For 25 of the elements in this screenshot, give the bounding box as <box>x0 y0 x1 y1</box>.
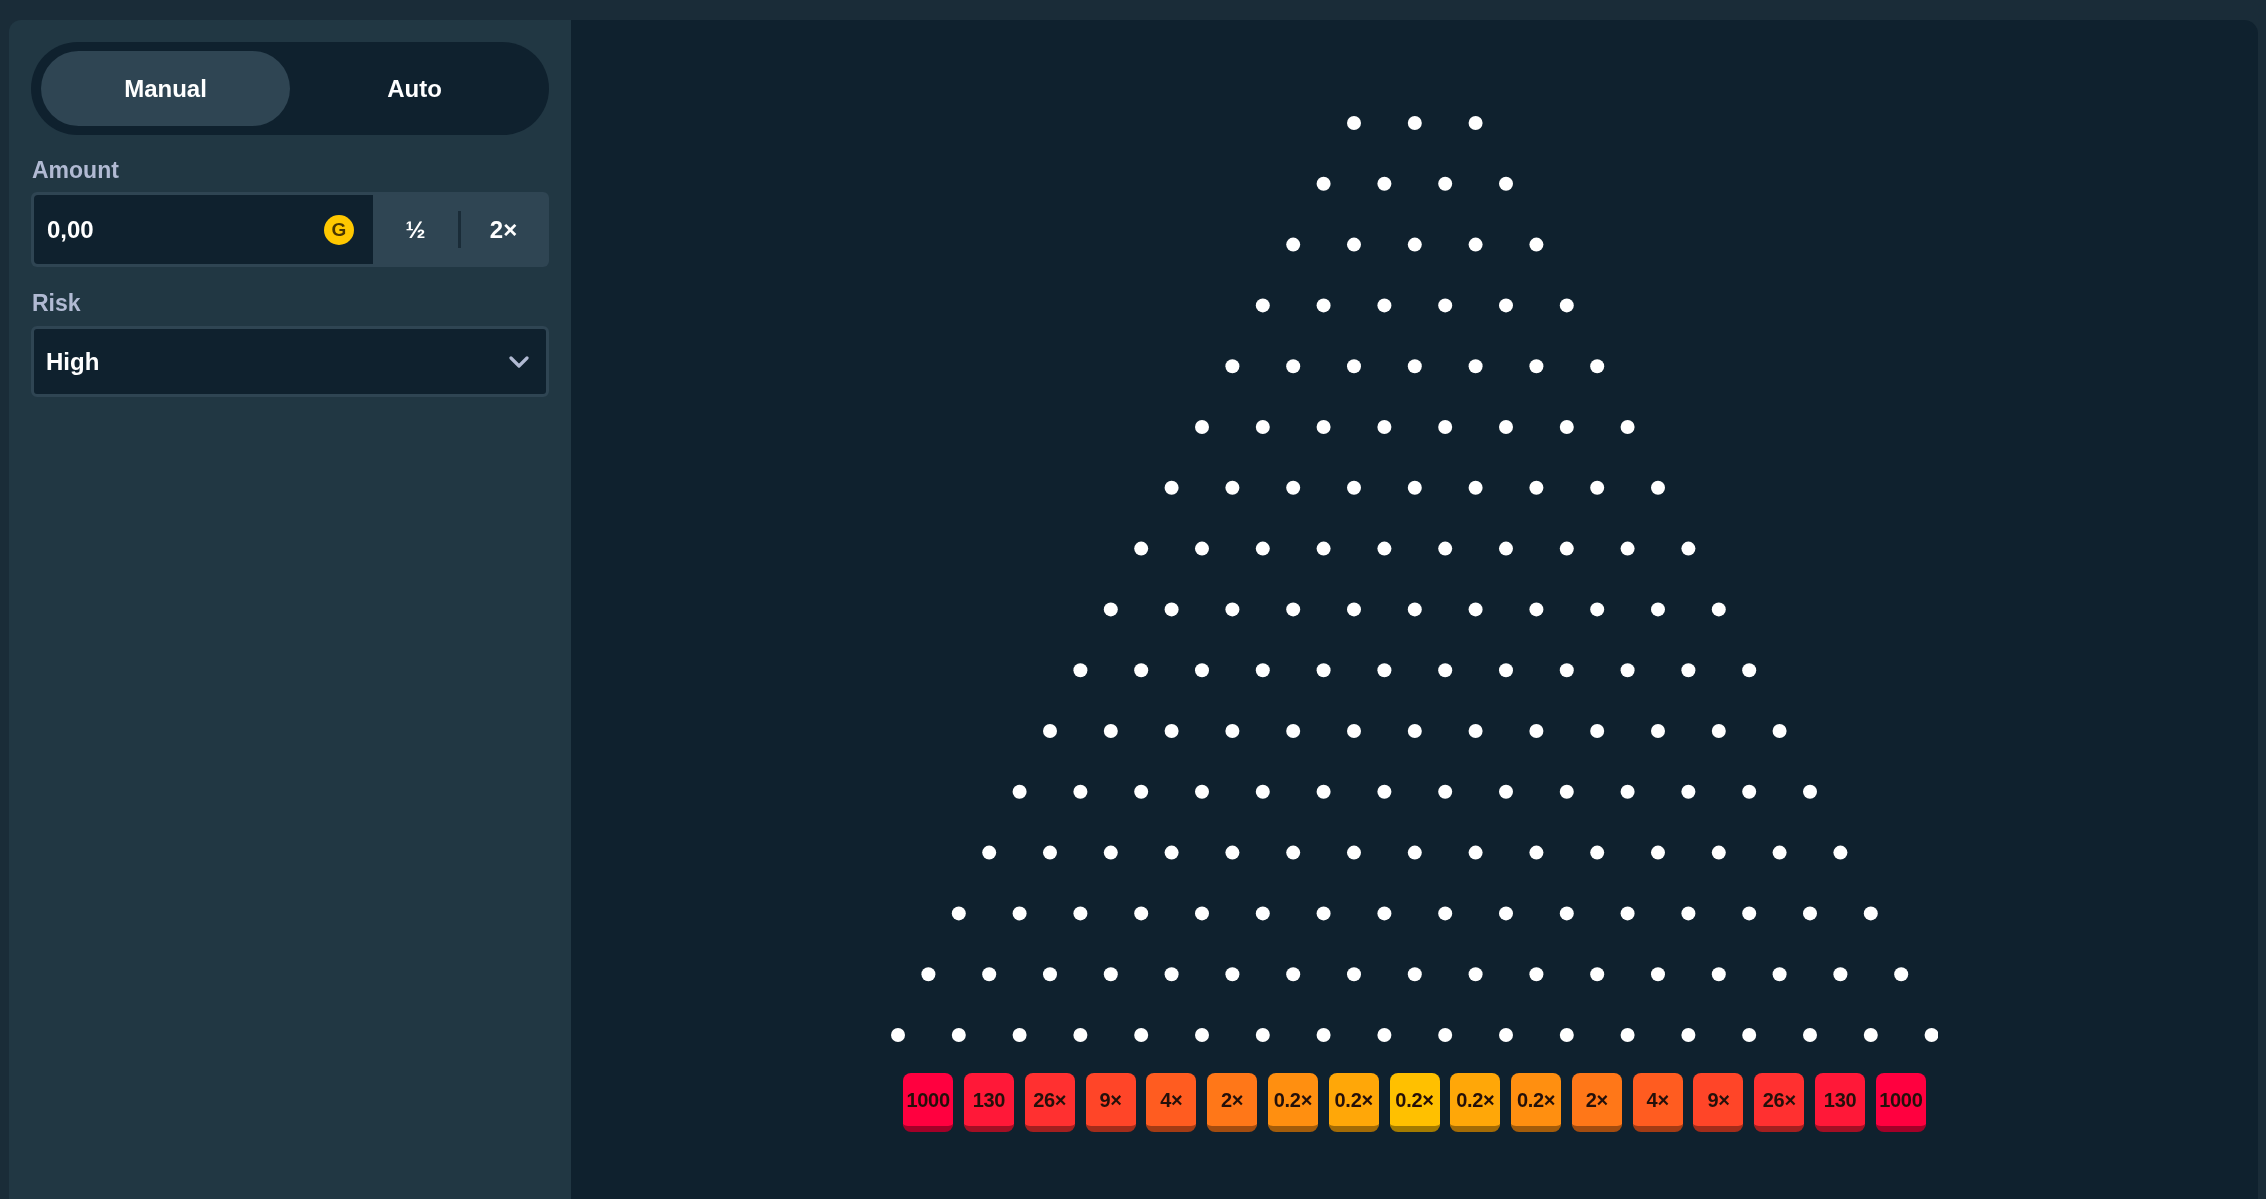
multiplier-slot: 0.2× <box>1450 1073 1501 1132</box>
multiplier-slot: 1000 <box>1875 1073 1926 1132</box>
chevron-down-icon <box>509 355 529 368</box>
mode-tab[interactable]: Auto <box>290 51 539 126</box>
multiplier-slot: 0.2× <box>1389 1073 1440 1132</box>
half-amount-button[interactable]: ½ <box>373 195 458 264</box>
risk-select[interactable]: High <box>31 326 549 397</box>
multiplier-slot: 1000 <box>903 1073 954 1132</box>
multiplier-slot: 4× <box>1146 1073 1197 1132</box>
amount-label: Amount <box>32 157 120 184</box>
risk-label: Risk <box>32 290 82 317</box>
multiplier-slot: 9× <box>1693 1073 1744 1132</box>
multiplier-slot: 4× <box>1632 1073 1683 1132</box>
multiplier-slot: 9× <box>1085 1073 1136 1132</box>
mode-tab[interactable]: Manual <box>41 51 290 126</box>
double-amount-button[interactable]: 2× <box>461 195 546 264</box>
multiplier-slot: 26× <box>1024 1073 1075 1132</box>
multiplier-slot: 2× <box>1571 1073 1622 1132</box>
multiplier-slot: 26× <box>1754 1073 1805 1132</box>
multiplier-slot: 130 <box>963 1073 1014 1132</box>
multiplier-slot: 2× <box>1207 1073 1258 1132</box>
multiplier-slot: 0.2× <box>1267 1073 1318 1132</box>
multiplier-slot: 0.2× <box>1328 1073 1379 1132</box>
multiplier-slot: 0.2× <box>1511 1073 1562 1132</box>
multiplier-slot: 130 <box>1815 1073 1866 1132</box>
